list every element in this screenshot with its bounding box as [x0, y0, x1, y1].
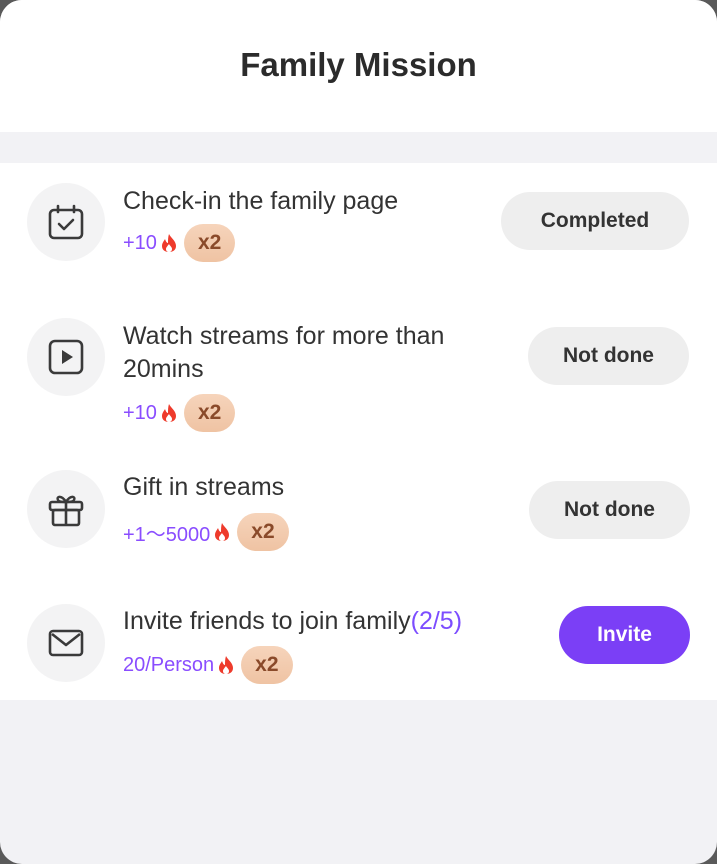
mission-title: Invite friends to join family(2/5): [123, 605, 553, 638]
flame-icon: [215, 523, 230, 541]
mission-reward: +1～5000 x2: [123, 513, 289, 551]
not-done-button[interactable]: Not done: [529, 481, 690, 539]
mission-row-gift: Gift in streams +1～5000 x2 Not done: [0, 443, 717, 573]
play-video-icon: [27, 318, 105, 396]
page-title: Family Mission: [240, 46, 477, 83]
mission-row-checkin: Check-in the family page +10 x2 Complete…: [0, 163, 717, 293]
multiplier-badge: x2: [183, 394, 236, 432]
envelope-icon: [27, 604, 105, 682]
mission-title: Watch streams for more than 20mins: [123, 322, 445, 383]
multiplier-badge: x2: [241, 646, 293, 684]
gift-icon: [27, 470, 105, 548]
reward-value: +1～5000: [123, 523, 211, 546]
mission-title: Check-in the family page: [123, 187, 399, 215]
mission-reward: +10 x2: [123, 224, 236, 262]
mission-title-text: Invite friends to join family: [123, 607, 411, 635]
flame-icon: [161, 234, 176, 252]
reward-value: 20/Person: [123, 653, 215, 676]
completed-button[interactable]: Completed: [501, 192, 689, 250]
mission-row-watch: Watch streams for more than 20mins +10 x…: [0, 293, 717, 443]
reward-value: +10: [123, 231, 157, 254]
family-mission-panel: Family Mission Check-in the family page …: [0, 0, 717, 864]
not-done-button[interactable]: Not done: [528, 327, 689, 385]
flame-icon: [219, 656, 234, 674]
multiplier-badge: x2: [183, 224, 236, 262]
invite-progress: (2/5): [410, 607, 463, 635]
invite-button[interactable]: Invite: [559, 606, 690, 664]
panel-header: Family Mission: [0, 0, 717, 132]
mission-reward: 20/Person x2: [123, 646, 293, 684]
mission-title: Gift in streams: [123, 473, 285, 501]
reward-value: +10: [123, 401, 157, 424]
flame-icon: [161, 404, 176, 422]
mission-reward: +10 x2: [123, 394, 236, 432]
multiplier-badge: x2: [237, 513, 289, 551]
mission-list: Check-in the family page +10 x2 Complete…: [0, 163, 717, 700]
mission-row-invite: Invite friends to join family(2/5) 20/Pe…: [0, 573, 717, 700]
calendar-check-icon: [27, 183, 105, 261]
